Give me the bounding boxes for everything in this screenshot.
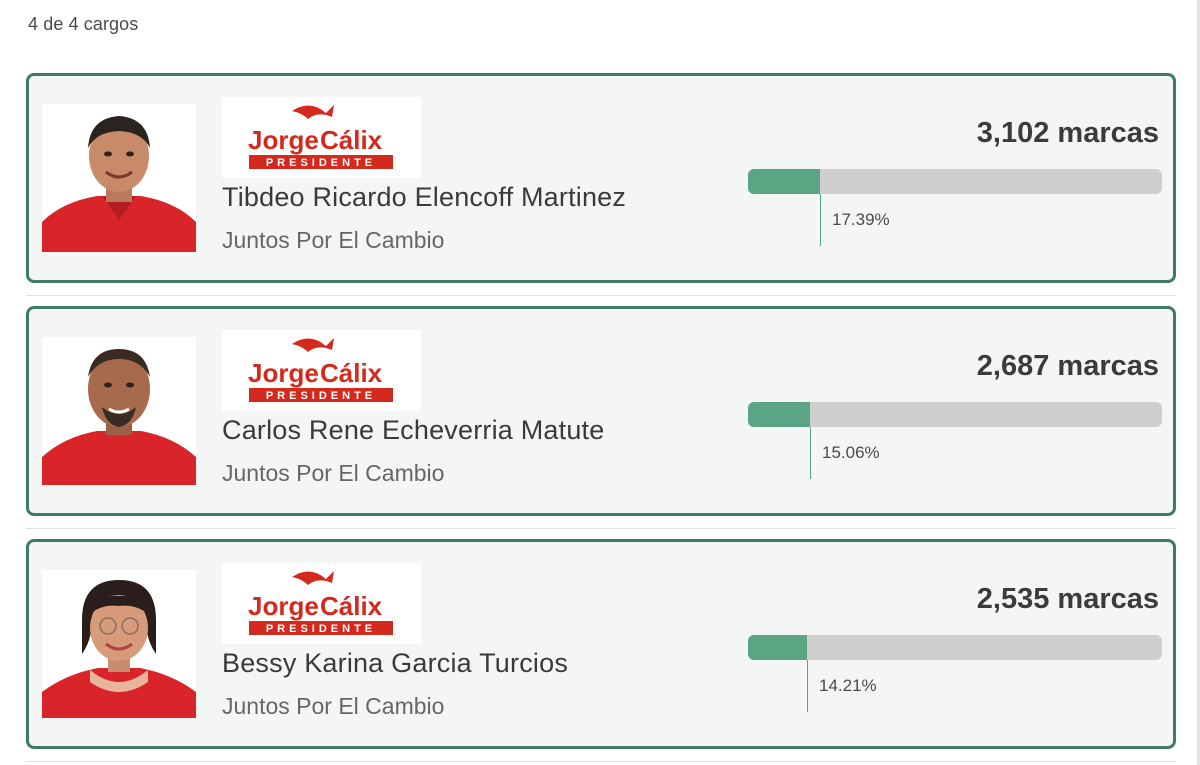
candidate-party: Juntos Por El Cambio [222, 460, 445, 486]
vote-percentage: 17.39% [832, 210, 890, 229]
party-logo: Jorge Cálix PRESIDENTE [222, 97, 421, 178]
results-counter: 4 de 4 cargos [28, 14, 139, 34]
candidate-photo [42, 337, 196, 485]
vote-count: 2,535 marcas [976, 583, 1159, 615]
logo-text-first: Jorge [248, 358, 319, 388]
party-logo: Jorge Cálix PRESIDENTE [222, 330, 421, 411]
divider [26, 761, 1176, 762]
party-logo: Jorge Cálix PRESIDENTE [222, 563, 421, 644]
vote-percentage: 14.21% [819, 676, 877, 695]
logo-subtitle: PRESIDENTE [266, 390, 376, 402]
candidate-name: Carlos Rene Echeverria Matute [222, 415, 605, 445]
candidate-card[interactable]: Jorge Cálix PRESIDENTE Tibdeo Ricardo El… [26, 73, 1176, 283]
candidate-list: Jorge Cálix PRESIDENTE Tibdeo Ricardo El… [26, 73, 1176, 765]
progress-marker [807, 660, 808, 712]
candidate-party: Juntos Por El Cambio [222, 693, 445, 719]
logo-subtitle: PRESIDENTE [266, 623, 376, 635]
candidate-photo [42, 570, 196, 718]
logo-text-second: Cálix [320, 591, 383, 621]
logo-subtitle: PRESIDENTE [266, 157, 376, 169]
results-page: 4 de 4 cargos Jorge Cálix PRESIDENTE Tib… [0, 0, 1200, 765]
candidate-name: Bessy Karina Garcia Turcios [222, 648, 569, 678]
progress-bar [748, 635, 1162, 660]
progress-bar [748, 402, 1162, 427]
logo-text-first: Jorge [248, 591, 319, 621]
logo-text-second: Cálix [320, 358, 383, 388]
progress-marker [820, 194, 821, 246]
vote-count: 2,687 marcas [976, 350, 1159, 382]
candidate-party: Juntos Por El Cambio [222, 227, 445, 253]
progress-bar-fill [748, 402, 810, 427]
progress-bar [748, 169, 1162, 194]
progress-bar-fill [748, 635, 807, 660]
candidate-name: Tibdeo Ricardo Elencoff Martinez [222, 182, 627, 212]
candidate-card[interactable]: Jorge Cálix PRESIDENTE Bessy Karina Garc… [26, 539, 1176, 749]
candidate-card[interactable]: Jorge Cálix PRESIDENTE Carlos Rene Echev… [26, 306, 1176, 516]
vote-count: 3,102 marcas [976, 117, 1159, 149]
vote-percentage: 15.06% [822, 443, 880, 462]
logo-text-second: Cálix [320, 125, 383, 155]
logo-text-first: Jorge [248, 125, 319, 155]
progress-bar-fill [748, 169, 820, 194]
divider [26, 295, 1176, 296]
progress-marker [810, 427, 811, 479]
divider [26, 528, 1176, 529]
candidate-photo [42, 104, 196, 252]
